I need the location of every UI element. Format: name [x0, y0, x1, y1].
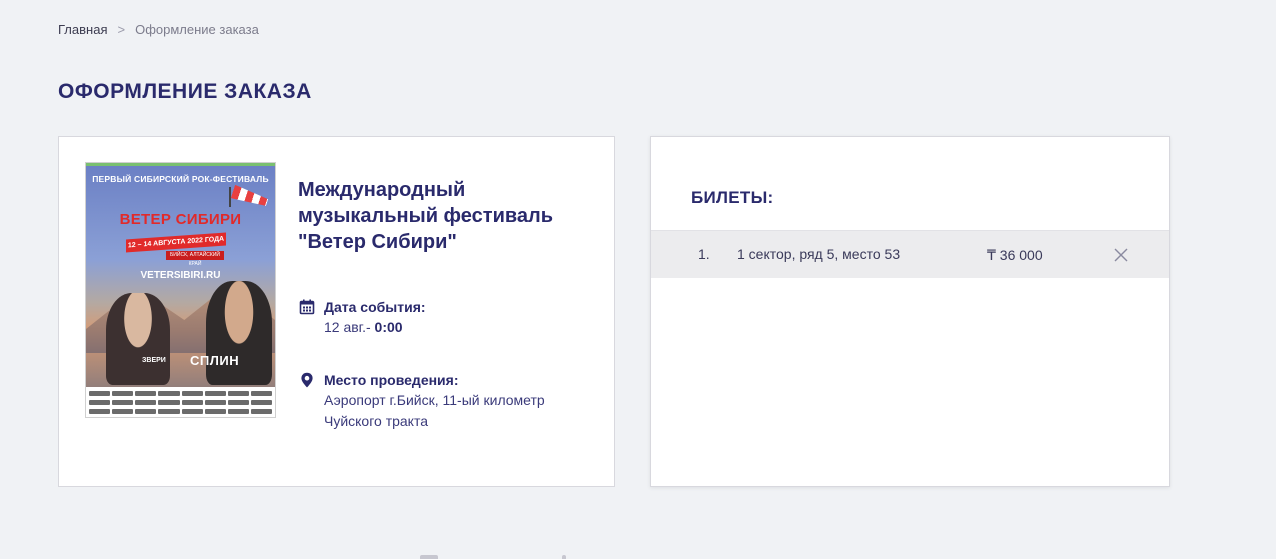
poster-band-left: ЗВЕРИ	[142, 357, 166, 364]
ticket-number: 1.	[698, 246, 710, 262]
event-date-time: 0:00	[374, 319, 403, 335]
poster-festival-name: ВЕТЕР СИБИРИ	[119, 211, 242, 228]
poster-sponsor-logos	[86, 387, 275, 417]
ticket-row: 1. 1 сектор, ряд 5, место 53 ₸ 36 000	[651, 230, 1169, 278]
close-icon[interactable]	[1113, 247, 1129, 263]
bottom-fragment-bar	[562, 555, 566, 559]
calendar-icon	[299, 299, 315, 315]
bottom-fragment-bar	[420, 555, 438, 559]
event-title: Международный музыкальный фестиваль "Вет…	[298, 179, 554, 253]
page-title: ОФОРМЛЕНИЕ ЗАКАЗА	[58, 80, 312, 103]
ticket-seat: 1 сектор, ряд 5, место 53	[737, 246, 901, 262]
tickets-card: БИЛЕТЫ: 1. 1 сектор, ряд 5, место 53 ₸ 3…	[650, 136, 1170, 487]
poster-site: VETERSIBIRI.RU	[140, 270, 221, 281]
event-date-day: 12 авг.-	[324, 319, 375, 335]
ticket-price: ₸ 36 000	[987, 247, 1043, 263]
event-poster-image: ПЕРВЫЙ СИБИРСКИЙ РОК-ФЕСТИВАЛЬ ВЕТЕР СИБ…	[85, 162, 276, 418]
location-pin-icon	[301, 372, 313, 388]
event-date-value: 12 авг.- 0:00	[324, 317, 426, 338]
breadcrumb: Главная > Оформление заказа	[58, 22, 259, 37]
event-place-block: Место проведения: Аэропорт г.Бийск, 11-ы…	[299, 370, 594, 432]
poster-band-right: СПЛИН	[190, 353, 240, 368]
event-place-label: Место проведения:	[324, 372, 459, 388]
bottom-section-fragment	[418, 549, 568, 559]
event-place-text: Место проведения: Аэропорт г.Бийск, 11-ы…	[324, 370, 594, 432]
event-date-label: Дата события:	[324, 299, 426, 315]
event-place-value: Аэропорт г.Бийск, 11-ый километр Чуйског…	[324, 392, 545, 429]
event-date-text: Дата события: 12 авг.- 0:00	[324, 297, 426, 338]
poster-festival-line: ПЕРВЫЙ СИБИРСКИЙ РОК-ФЕСТИВАЛЬ	[92, 174, 269, 184]
poster-windsock-pole	[229, 187, 231, 207]
windsock-icon	[231, 185, 270, 209]
poster-place: БИЙСК, АЛТАЙСКИЙ КРАЙ	[166, 251, 224, 267]
tickets-title: БИЛЕТЫ:	[691, 188, 774, 207]
poster-dates: 12 – 14 АВГУСТА 2022 ГОДА	[126, 232, 226, 253]
breadcrumb-separator: >	[117, 22, 126, 37]
poster-artist-left	[106, 293, 170, 385]
event-card: ПЕРВЫЙ СИБИРСКИЙ РОК-ФЕСТИВАЛЬ ВЕТЕР СИБ…	[58, 136, 615, 487]
event-date-block: Дата события: 12 авг.- 0:00	[299, 297, 426, 338]
breadcrumb-home-link[interactable]: Главная	[58, 22, 107, 37]
poster-artist-right	[206, 281, 272, 385]
poster-top-strip	[86, 163, 275, 166]
breadcrumb-current: Оформление заказа	[135, 22, 259, 37]
